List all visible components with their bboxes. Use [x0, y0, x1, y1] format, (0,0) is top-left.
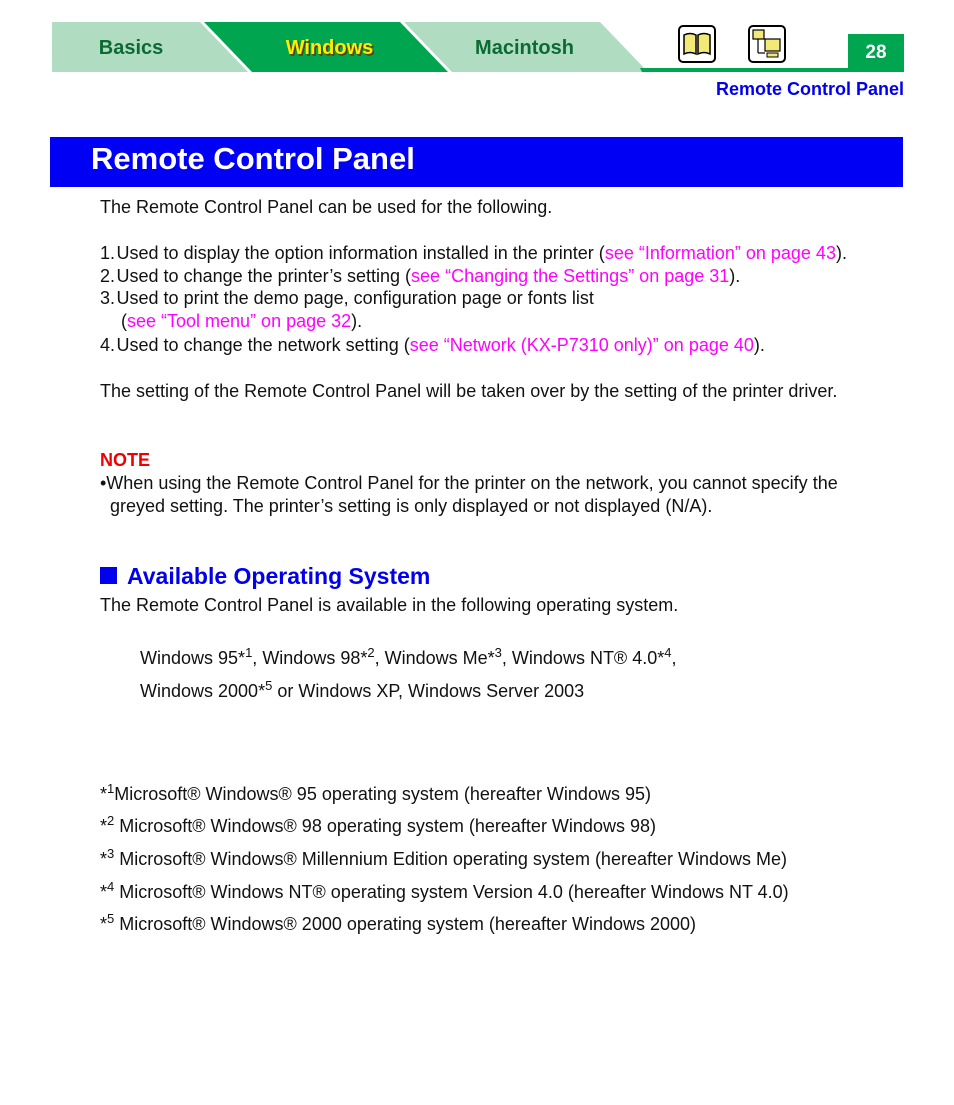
link-information[interactable]: see “Information” on page 43 — [605, 243, 836, 263]
list-item: 2. Used to change the printer’s setting … — [100, 265, 740, 288]
footnote-text: Microsoft® Windows® Millennium Edition o… — [114, 849, 787, 869]
list-text: Used to change the network setting ( — [116, 335, 410, 355]
tab-basics[interactable]: Basics — [52, 22, 210, 72]
square-bullet-icon — [100, 567, 117, 584]
tab-windows[interactable]: Windows — [237, 22, 422, 72]
footnote: *4 Microsoft® Windows NT® operating syst… — [100, 880, 789, 904]
tab-macintosh[interactable]: Macintosh — [432, 22, 617, 72]
link-tool-menu[interactable]: see “Tool menu” on page 32 — [127, 311, 351, 331]
link-changing-settings[interactable]: see “Changing the Settings” on page 31 — [411, 266, 729, 286]
page-title: Remote Control Panel — [91, 141, 415, 176]
note-label: NOTE — [100, 450, 151, 470]
link-network[interactable]: see “Network (KX-P7310 only)” on page 40 — [410, 335, 754, 355]
footnote-text: Microsoft® Windows® 98 operating system … — [114, 816, 656, 836]
footnote-mark: * — [238, 648, 246, 668]
network-computer-icon[interactable] — [748, 25, 786, 63]
footnote-mark: * — [487, 648, 495, 668]
list-number: 2. — [100, 266, 116, 286]
footnote-mark: * — [100, 914, 108, 934]
os-list-line: Windows 2000*5 or Windows XP, Windows Se… — [140, 679, 585, 703]
footnote-text: Microsoft® Windows® 2000 operating syste… — [114, 914, 697, 934]
list-number: 4. — [100, 335, 116, 355]
separator: , — [374, 648, 385, 668]
list-number: 1. — [100, 243, 116, 263]
top-navigation: Basics Windows Macintosh 28 — [52, 22, 904, 72]
section-heading-text: Available Operating System — [127, 563, 431, 589]
takeover-text: The setting of the Remote Control Panel … — [100, 381, 838, 401]
separator: or Windows XP, Windows Server 2003 — [272, 681, 585, 701]
list-number: 3. — [100, 288, 116, 308]
section-heading: Available Operating System — [100, 563, 430, 590]
os-name: Windows 95 — [140, 648, 239, 668]
footnote: *2 Microsoft® Windows® 98 operating syst… — [100, 814, 656, 838]
footnote-text: Microsoft® Windows NT® operating system … — [114, 882, 789, 902]
list-item-continued: (see “Tool menu” on page 32). — [121, 310, 362, 333]
list-text: Used to display the option information i… — [116, 243, 605, 263]
book-icon[interactable] — [678, 25, 716, 63]
note-line: •When using the Remote Control Panel for… — [100, 473, 838, 493]
footnote-text: Microsoft® Windows® 95 operating system … — [114, 784, 651, 804]
list-text-after: ). — [753, 335, 765, 355]
list-text: Used to print the demo page, configurati… — [116, 288, 594, 308]
os-name: Windows 98 — [262, 648, 361, 668]
list-text: Used to change the printer’s setting ( — [116, 266, 412, 286]
os-name: Windows 2000 — [140, 681, 259, 701]
separator: , — [252, 648, 263, 668]
page-number: 28 — [865, 42, 887, 63]
list-text-after: ). — [729, 266, 741, 286]
footnote: *5 Microsoft® Windows® 2000 operating sy… — [100, 912, 697, 936]
footnote-mark: * — [100, 784, 108, 804]
separator: , — [501, 648, 512, 668]
footnote: *3 Microsoft® Windows® Millennium Editio… — [100, 847, 787, 871]
list-item: 1. Used to display the option informatio… — [100, 242, 847, 265]
running-head: Remote Control Panel — [715, 79, 904, 99]
separator: , — [671, 648, 677, 668]
footnote-ref: 2 — [367, 645, 375, 660]
footnote-mark: * — [100, 816, 108, 836]
footnote: *1Microsoft® Windows® 95 operating syste… — [100, 782, 651, 806]
os-name: Windows Me — [384, 648, 488, 668]
list-text-after: ). — [351, 311, 363, 331]
section-intro: The Remote Control Panel is available in… — [100, 595, 679, 615]
os-list-line: Windows 95*1, Windows 98*2, Windows Me*3… — [140, 645, 677, 670]
note-line: greyed setting. The printer’s setting is… — [110, 496, 713, 516]
footnote-mark: * — [100, 849, 108, 869]
list-item: 3. Used to print the demo page, configur… — [100, 287, 594, 310]
footnote-ref: 3 — [494, 645, 502, 660]
list-item: 4. Used to change the network setting (s… — [100, 334, 765, 357]
intro-text: The Remote Control Panel can be used for… — [100, 197, 553, 217]
footnote-mark: * — [100, 882, 108, 902]
title-bar: Remote Control Panel — [50, 137, 903, 187]
list-text-after: ). — [835, 243, 847, 263]
os-name: Windows NT® 4.0 — [511, 648, 658, 668]
